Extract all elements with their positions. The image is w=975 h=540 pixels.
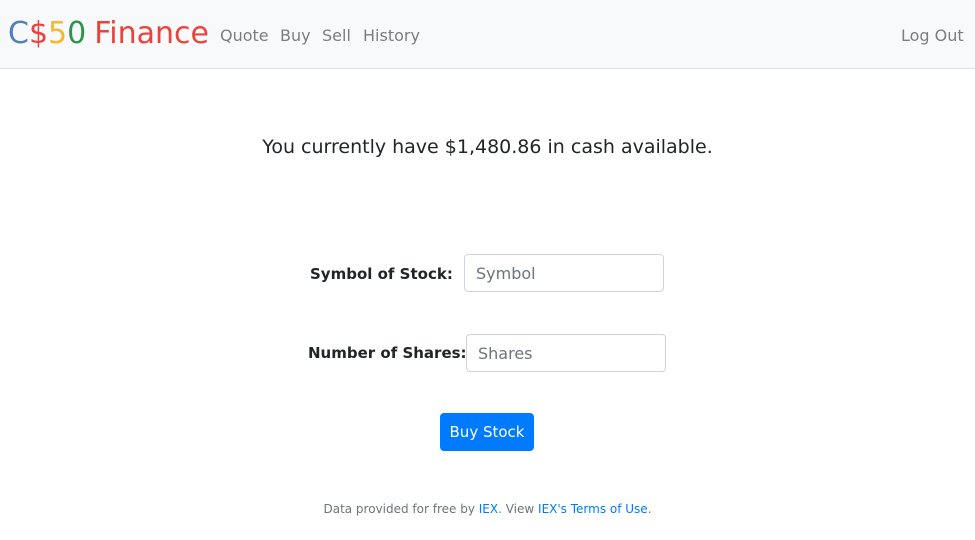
brand-letter-c: C bbox=[8, 16, 29, 51]
brand-digit-five: 5 bbox=[48, 16, 68, 51]
nav-quote-link[interactable]: Quote bbox=[220, 24, 269, 48]
footer: Data provided for free by IEX. View IEX'… bbox=[0, 500, 975, 518]
shares-input[interactable] bbox=[466, 334, 666, 372]
nav-logout-link[interactable]: Log Out bbox=[901, 24, 964, 48]
shares-label: Number of Shares: bbox=[308, 344, 467, 362]
nav-sell-link[interactable]: Sell bbox=[322, 24, 351, 48]
footer-prefix-text: Data provided for free by bbox=[323, 502, 479, 516]
iex-link[interactable]: IEX bbox=[479, 502, 498, 516]
cash-available-message: You currently have $1,480.86 in cash ava… bbox=[262, 136, 713, 158]
iex-terms-link[interactable]: IEX's Terms of Use bbox=[538, 502, 648, 516]
symbol-input[interactable] bbox=[464, 254, 664, 292]
footer-middle-text: . View bbox=[498, 502, 539, 516]
brand-dollar: $ bbox=[28, 16, 49, 51]
nav-history-link[interactable]: History bbox=[363, 24, 420, 48]
navbar: C$50 Finance Quote Buy Sell History Log O… bbox=[0, 0, 975, 69]
footer-suffix-text: . bbox=[647, 502, 652, 516]
buy-stock-button[interactable]: Buy Stock bbox=[440, 413, 534, 451]
symbol-label: Symbol of Stock: bbox=[310, 265, 453, 283]
brand-finance: Finance bbox=[94, 16, 210, 51]
brand-digit-zero: 0 bbox=[67, 16, 87, 51]
brand-logo-link[interactable]: C$50 Finance bbox=[8, 14, 209, 54]
nav-buy-link[interactable]: Buy bbox=[280, 24, 311, 48]
